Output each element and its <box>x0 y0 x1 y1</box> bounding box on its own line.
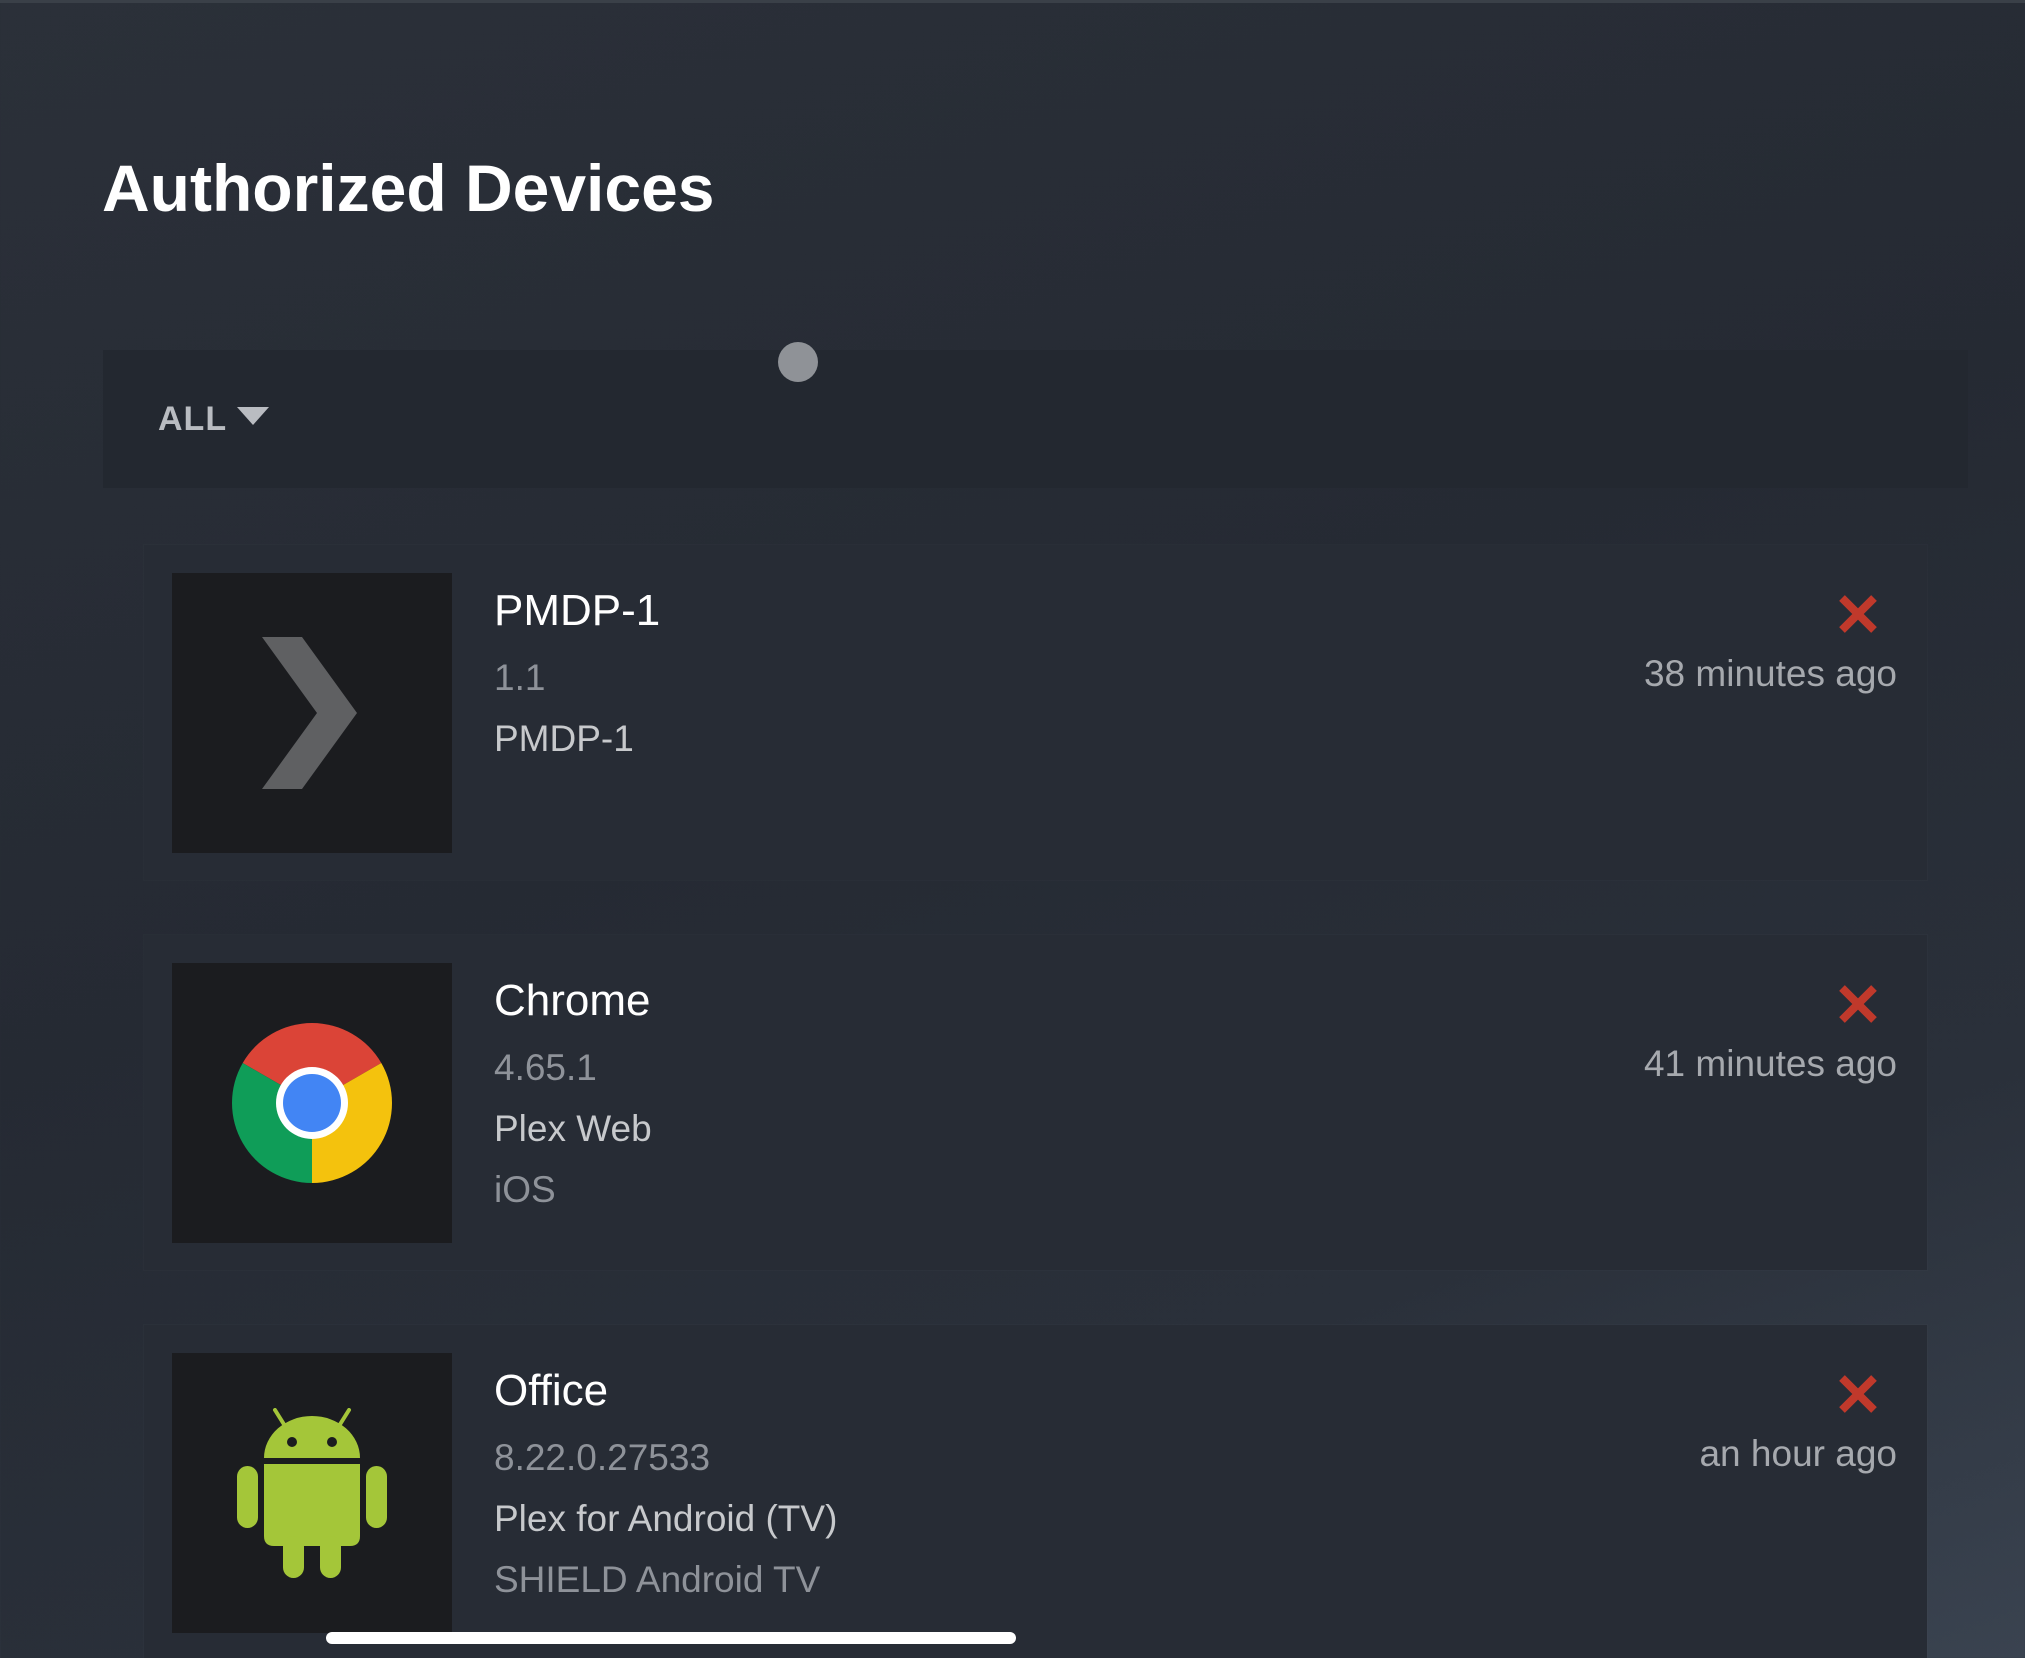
device-version: 8.22.0.27533 <box>494 1437 711 1478</box>
close-icon <box>1839 1375 1877 1413</box>
device-name: PMDP-1 <box>494 586 661 635</box>
remove-device-button[interactable] <box>1833 1369 1883 1419</box>
device-product: Plex Web <box>494 1108 652 1149</box>
touch-indicator <box>778 342 818 382</box>
remove-device-button[interactable] <box>1833 979 1883 1029</box>
close-icon <box>1839 595 1877 633</box>
android-icon <box>237 1408 387 1578</box>
plex-chevron-icon <box>262 637 357 789</box>
caret-down-icon <box>237 407 270 425</box>
top-edge-divider <box>0 0 2025 3</box>
device-info: Office 8.22.0.27533 Plex for Android (TV… <box>494 1361 837 1610</box>
device-platform: iOS <box>494 1169 556 1210</box>
last-seen-time: 41 minutes ago <box>1643 1043 1897 1084</box>
device-product: Plex for Android (TV) <box>494 1498 838 1539</box>
device-list: PMDP-1 1.1 PMDP-1 38 minutes ago Chrome … <box>144 545 1927 1658</box>
device-platform: SHIELD Android TV <box>494 1559 821 1600</box>
device-product: PMDP-1 <box>494 718 634 759</box>
filter-bar: ALL <box>103 350 1968 488</box>
device-version: 4.65.1 <box>494 1047 597 1088</box>
device-card[interactable]: PMDP-1 1.1 PMDP-1 38 minutes ago <box>144 545 1927 880</box>
home-indicator[interactable] <box>326 1632 1016 1644</box>
chrome-icon <box>232 1023 392 1183</box>
filter-label: ALL <box>158 399 228 438</box>
close-icon <box>1839 985 1877 1023</box>
device-name: Chrome <box>494 976 651 1025</box>
device-info: PMDP-1 1.1 PMDP-1 <box>494 581 660 769</box>
device-card[interactable]: Chrome 4.65.1 Plex Web iOS 41 minutes ag… <box>144 935 1927 1270</box>
device-name: Office <box>494 1366 609 1415</box>
last-seen-time: an hour ago <box>1699 1433 1897 1474</box>
device-thumbnail <box>172 963 452 1243</box>
remove-device-button[interactable] <box>1833 589 1883 639</box>
device-info: Chrome 4.65.1 Plex Web iOS <box>494 971 652 1220</box>
device-thumbnail <box>172 1353 452 1633</box>
device-version: 1.1 <box>494 657 546 698</box>
page-title: Authorized Devices <box>102 151 715 225</box>
last-seen-time: 38 minutes ago <box>1643 653 1897 694</box>
device-thumbnail <box>172 573 452 853</box>
device-card[interactable]: Office 8.22.0.27533 Plex for Android (TV… <box>144 1325 1927 1658</box>
device-filter-dropdown[interactable]: ALL <box>158 392 270 446</box>
